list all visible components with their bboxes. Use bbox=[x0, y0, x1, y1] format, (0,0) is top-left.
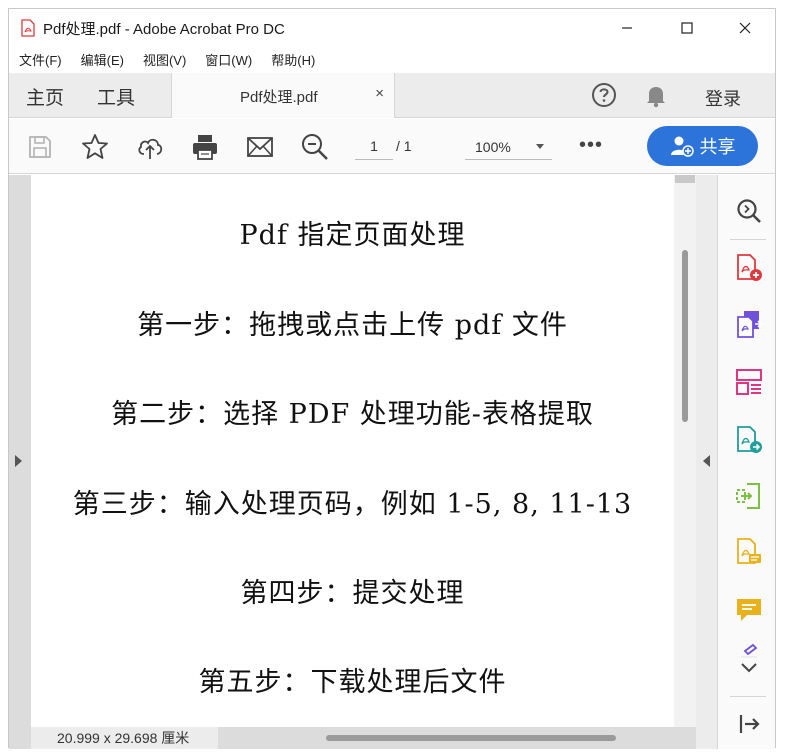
horizontal-scroll-thumb[interactable] bbox=[326, 735, 616, 741]
email-icon bbox=[247, 137, 273, 157]
page-text-line: 第三步：输入处理页码，例如 1-5, 8, 11-13 bbox=[72, 489, 633, 520]
pdf-page: Pdf 指定页面处理 第一步：拖拽或点击上传 pdf 文件 第二步：选择 PDF… bbox=[31, 175, 674, 727]
chevron-down-icon bbox=[536, 144, 544, 149]
login-link[interactable]: 登录 bbox=[705, 85, 741, 111]
expand-left-icon bbox=[15, 455, 22, 467]
maximize-icon bbox=[681, 21, 693, 34]
more-tools-button[interactable] bbox=[734, 643, 764, 675]
tab-close-icon[interactable]: × bbox=[375, 85, 384, 102]
page-text-line: 第四步：提交处理 bbox=[240, 578, 465, 609]
create-pdf-tool[interactable] bbox=[734, 253, 764, 283]
combine-files-icon bbox=[737, 311, 763, 338]
save-icon bbox=[29, 136, 51, 158]
close-icon bbox=[739, 22, 751, 33]
bookmark-star-icon bbox=[82, 134, 108, 159]
tools-pane bbox=[717, 175, 775, 749]
minimize-button[interactable] bbox=[599, 9, 655, 46]
zoom-select[interactable]: 100% bbox=[465, 133, 552, 160]
menu-view[interactable]: 视图(V) bbox=[143, 50, 186, 69]
edit-pdf-icon bbox=[736, 483, 760, 509]
acrobat-window: Pdf处理.pdf - Adobe Acrobat Pro DC 文件(F) 编… bbox=[8, 8, 776, 749]
fill-sign-icon bbox=[737, 538, 761, 564]
save-button[interactable] bbox=[25, 132, 55, 162]
collapse-panel-icon bbox=[739, 715, 760, 733]
status-bar: 20.999 x 29.698 厘米 bbox=[31, 727, 696, 749]
title-bar: Pdf处理.pdf - Adobe Acrobat Pro DC bbox=[9, 9, 775, 46]
page-text-line: 第一步：拖拽或点击上传 pdf 文件 bbox=[137, 310, 568, 341]
document-tab-label: Pdf处理.pdf bbox=[240, 89, 318, 106]
add-user-icon bbox=[670, 136, 694, 157]
upload-button[interactable] bbox=[135, 132, 165, 162]
page-number-input[interactable]: 1 bbox=[355, 133, 393, 160]
scrollbar-top-cap bbox=[675, 175, 695, 183]
menu-edit[interactable]: 编辑(E) bbox=[81, 50, 124, 69]
zoom-out-icon bbox=[302, 134, 328, 160]
maximize-button[interactable] bbox=[659, 9, 715, 46]
comment-tool[interactable] bbox=[734, 595, 764, 625]
more-options-button[interactable]: ••• bbox=[579, 134, 603, 157]
divider bbox=[730, 696, 766, 697]
export-pdf-icon bbox=[737, 426, 762, 453]
cloud-upload-icon bbox=[138, 138, 163, 159]
comment-icon bbox=[737, 599, 761, 621]
collapse-tools-button[interactable] bbox=[734, 709, 764, 739]
minimize-icon bbox=[622, 26, 632, 29]
notification-bell-icon[interactable] bbox=[643, 82, 669, 108]
page-total: / 1 bbox=[396, 138, 412, 154]
toolbar: 1 / 1 100% ••• 共享 bbox=[9, 119, 775, 174]
tab-home[interactable]: 主页 bbox=[26, 83, 64, 110]
create-pdf-icon bbox=[737, 254, 762, 281]
left-panel-toggle[interactable] bbox=[9, 175, 31, 749]
edit-pdf-tool[interactable] bbox=[734, 481, 764, 511]
organize-pages-tool[interactable] bbox=[734, 367, 764, 397]
share-button[interactable]: 共享 bbox=[647, 126, 758, 166]
help-icon[interactable] bbox=[591, 82, 617, 108]
right-panel-toggle[interactable] bbox=[696, 175, 717, 749]
page-size-label: 20.999 x 29.698 厘米 bbox=[31, 727, 218, 749]
menu-window[interactable]: 窗口(W) bbox=[205, 50, 252, 69]
print-icon bbox=[193, 135, 217, 160]
export-pdf-tool[interactable] bbox=[734, 425, 764, 455]
page-text-line: 第二步：选择 PDF 处理功能-表格提取 bbox=[111, 399, 594, 430]
close-window-button[interactable] bbox=[717, 9, 773, 46]
divider bbox=[730, 239, 766, 240]
share-label: 共享 bbox=[699, 137, 736, 157]
vertical-scroll-thumb[interactable] bbox=[682, 250, 688, 422]
window-title: Pdf处理.pdf - Adobe Acrobat Pro DC bbox=[43, 21, 285, 38]
zoom-value: 100% bbox=[475, 139, 511, 155]
fill-sign-tool[interactable] bbox=[734, 537, 764, 567]
pdf-file-icon bbox=[21, 19, 35, 37]
print-button[interactable] bbox=[190, 132, 220, 162]
tab-row: 主页 工具 Pdf处理.pdf × 登录 bbox=[9, 73, 775, 118]
email-button[interactable] bbox=[245, 132, 275, 162]
combine-files-tool[interactable] bbox=[734, 309, 764, 339]
menu-help[interactable]: 帮助(H) bbox=[271, 50, 315, 69]
bookmark-button[interactable] bbox=[80, 132, 110, 162]
tab-document[interactable]: Pdf处理.pdf × bbox=[171, 73, 395, 118]
page-text-line: 第五步：下载处理后文件 bbox=[198, 667, 507, 698]
zoom-search-button[interactable] bbox=[734, 196, 764, 226]
collapse-right-icon bbox=[703, 455, 710, 467]
vertical-scrollbar[interactable] bbox=[674, 175, 696, 727]
tab-tools[interactable]: 工具 bbox=[97, 83, 135, 110]
zoom-out-button[interactable] bbox=[300, 132, 330, 162]
zoom-search-icon bbox=[737, 199, 761, 223]
menu-bar: 文件(F) 编辑(E) 视图(V) 窗口(W) 帮助(H) bbox=[9, 46, 775, 73]
menu-file[interactable]: 文件(F) bbox=[19, 50, 62, 69]
organize-pages-icon bbox=[736, 369, 762, 395]
more-tools-chevron-icon bbox=[741, 643, 758, 673]
page-text-line: Pdf 指定页面处理 bbox=[239, 220, 466, 251]
